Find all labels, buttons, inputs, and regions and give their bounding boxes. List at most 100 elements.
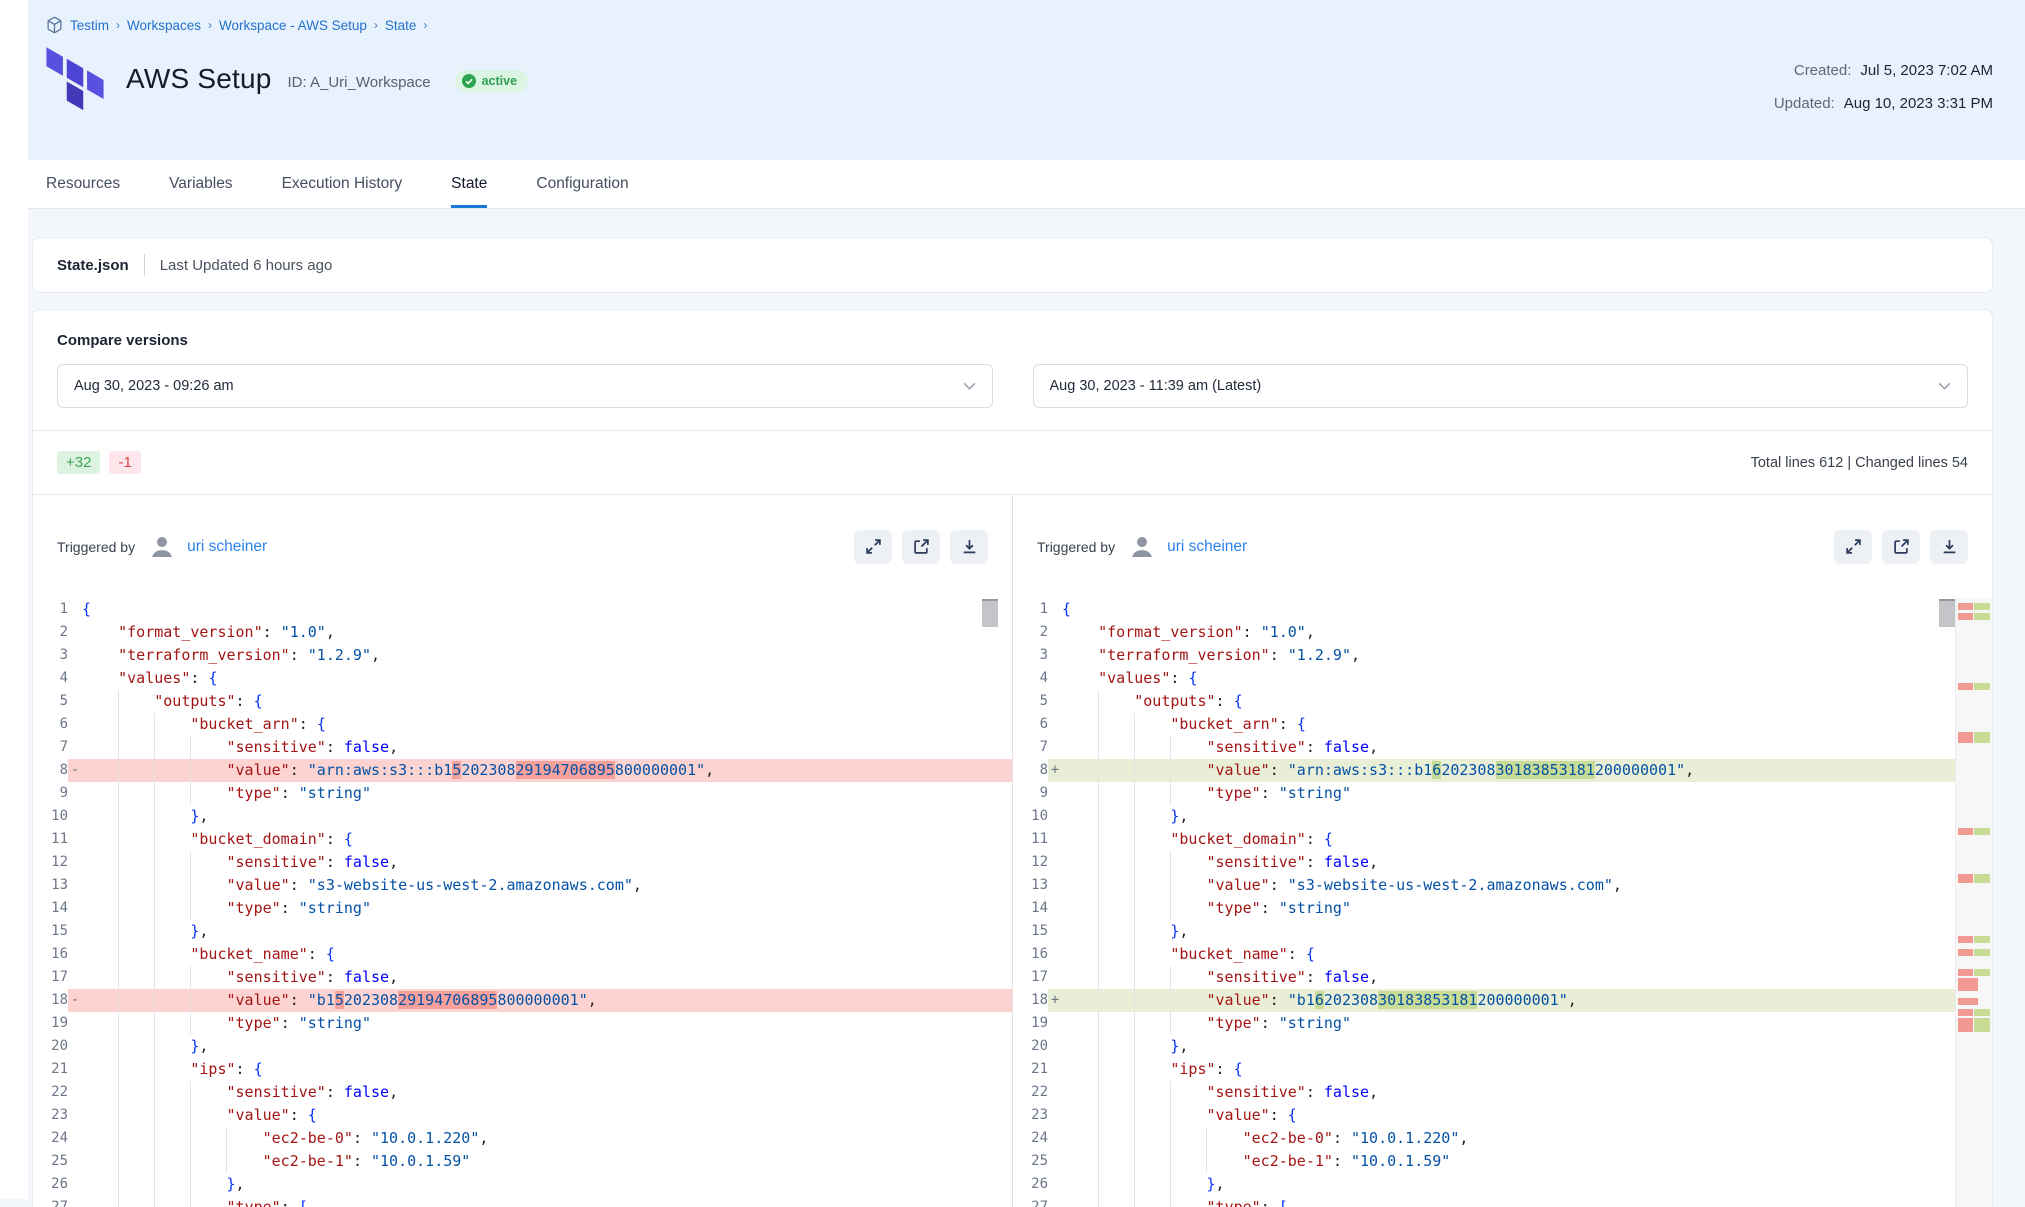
indent-guide (1098, 690, 1099, 713)
code-token: : (326, 1083, 335, 1101)
code-text: "format_version": "1.0", (82, 621, 1012, 644)
indent-guide (118, 1104, 119, 1127)
json-key: "type" (227, 1014, 281, 1032)
code-text: "type": [ (82, 1196, 1012, 1207)
expand-button[interactable] (1834, 530, 1872, 564)
code-token: , (1216, 1175, 1225, 1193)
code-text: { (1062, 598, 1992, 621)
line-number: 24 (1013, 1127, 1048, 1150)
line-number: 13 (33, 874, 68, 897)
json-key: "value" (1207, 991, 1270, 1009)
code-token: : (326, 853, 335, 871)
code-token: : (236, 692, 245, 710)
indent-guide (154, 759, 155, 782)
scrollbar-thumb[interactable] (982, 599, 998, 627)
indent-guide (118, 874, 119, 897)
indent-guide (118, 1127, 119, 1150)
code-token (1315, 738, 1324, 756)
diff-marker (1048, 874, 1062, 897)
indent-guide (118, 1196, 119, 1207)
code-line-25: 25 "ec2-be-1": "10.0.1.59" (1013, 1150, 1992, 1173)
line-number: 14 (33, 897, 68, 920)
indent-guide (1170, 1196, 1171, 1207)
breadcrumb-link-testim[interactable]: Testim (70, 18, 109, 33)
json-key: "sensitive" (227, 738, 326, 756)
open-external-button[interactable] (902, 530, 940, 564)
code-token: "1.0" (281, 623, 326, 641)
code-token: : (1261, 1014, 1270, 1032)
indent-guide (1134, 897, 1135, 920)
code-line-6: 6 "bucket_arn": { (33, 713, 1012, 736)
tab-configuration[interactable]: Configuration (536, 160, 628, 208)
indent-guide (1134, 759, 1135, 782)
ruler-added-mark (1974, 732, 1990, 743)
line-number: 21 (33, 1058, 68, 1081)
diff-marker (68, 1058, 82, 1081)
code-token: { (1188, 669, 1197, 687)
download-button[interactable] (1930, 530, 1968, 564)
updated-value: Aug 10, 2023 3:31 PM (1844, 95, 1993, 112)
diff-totals: Total lines 612 | Changed lines 54 (1751, 455, 1968, 471)
tab-resources[interactable]: Resources (46, 160, 120, 208)
code-token: , (1685, 761, 1694, 779)
tab-state[interactable]: State (451, 160, 487, 208)
code-token (1252, 623, 1261, 641)
code-token: : (353, 1152, 362, 1170)
json-key: "format_version" (118, 623, 263, 641)
indent-guide (118, 1058, 119, 1081)
json-key: "value" (227, 1106, 290, 1124)
breadcrumb-link-workspace-aws-setup[interactable]: Workspace - AWS Setup (219, 18, 367, 33)
line-number: 15 (33, 920, 68, 943)
code-line-7: 7 "sensitive": false, (33, 736, 1012, 759)
code-token (1297, 945, 1306, 963)
indent-guide (190, 1150, 191, 1173)
code-token: 200000001" (1595, 761, 1685, 779)
code-token (82, 646, 118, 664)
tab-variables[interactable]: Variables (169, 160, 232, 208)
expand-button[interactable] (854, 530, 892, 564)
code-token (1279, 646, 1288, 664)
state-diff-editor-right[interactable]: 1{2 "format_version": "1.0",3 "terraform… (1013, 598, 1992, 1207)
code-text: "bucket_name": { (82, 943, 1012, 966)
diff-marker (68, 598, 82, 621)
state-diff-editor-left[interactable]: 1{2 "format_version": "1.0",3 "terraform… (33, 598, 1012, 1207)
code-token: , (1179, 807, 1188, 825)
indent-guide (226, 1150, 227, 1173)
code-token: false (344, 968, 389, 986)
code-line-10: 10 }, (1013, 805, 1992, 828)
version-select-right[interactable]: Aug 30, 2023 - 11:39 am (Latest) (1033, 364, 1969, 408)
code-token: 29194706895 (516, 761, 615, 779)
triggered-by-user-link[interactable]: uri scheiner (187, 538, 267, 556)
code-token (82, 1060, 190, 1078)
code-token (272, 623, 281, 641)
scrollbar-thumb[interactable] (1939, 599, 1955, 627)
code-token (1342, 1152, 1351, 1170)
version-select-left[interactable]: Aug 30, 2023 - 09:26 am (57, 364, 993, 408)
code-token (1270, 899, 1279, 917)
ruler-removed-mark (1958, 978, 1978, 991)
indent-guide (1134, 1081, 1135, 1104)
breadcrumb-separator: › (116, 18, 120, 32)
breadcrumb-separator: › (423, 18, 427, 32)
open-external-button[interactable] (1882, 530, 1920, 564)
user-avatar (147, 532, 177, 562)
diff-marker (1048, 598, 1062, 621)
code-token: , (1459, 1129, 1468, 1147)
code-line-20: 20 }, (1013, 1035, 1992, 1058)
code-line-3: 3 "terraform_version": "1.2.9", (33, 644, 1012, 667)
download-button[interactable] (950, 530, 988, 564)
indent-guide (1134, 1196, 1135, 1207)
compare-versions-card: Compare versions Aug 30, 2023 - 09:26 am… (32, 309, 1993, 1207)
breadcrumb-link-workspaces[interactable]: Workspaces (127, 18, 201, 33)
code-text: "bucket_name": { (1062, 943, 1992, 966)
code-token (82, 1129, 263, 1147)
json-key: "type" (1207, 784, 1261, 802)
breadcrumb-link-state[interactable]: State (385, 18, 417, 33)
json-key: "sensitive" (1207, 1083, 1306, 1101)
diff-marker (1048, 690, 1062, 713)
triggered-by-user-link[interactable]: uri scheiner (1167, 538, 1247, 556)
code-token: : (1261, 1198, 1270, 1207)
code-token: "string" (1279, 784, 1351, 802)
tab-execution-history[interactable]: Execution History (282, 160, 403, 208)
json-key: "values" (118, 669, 190, 687)
